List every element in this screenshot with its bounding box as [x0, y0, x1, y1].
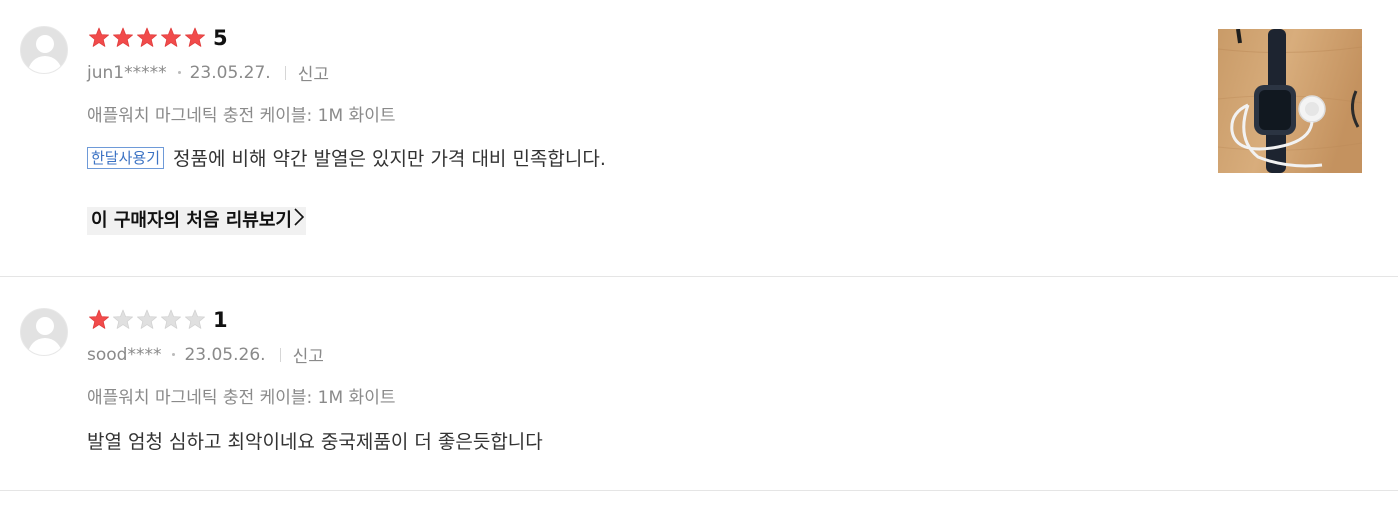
separator-bar [279, 347, 281, 362]
avatar-body [28, 338, 62, 355]
purchase-option: 애플워치 마그네틱 충전 케이블: 1M 화이트 [87, 388, 396, 408]
star-icon [183, 308, 207, 332]
review-content: 정품에 비해 약간 발열은 있지만 가격 대비 민족합니다. [173, 148, 606, 170]
star-rating: 1 [87, 308, 228, 332]
avatar-head [36, 35, 54, 53]
report-button[interactable]: 신고 [293, 342, 324, 367]
rating-score: 5 [213, 26, 228, 50]
star-icon [183, 26, 207, 50]
star-icon [159, 26, 183, 50]
review-meta: jun1***** 23.05.27. 신고 [87, 60, 329, 86]
star-icon [111, 308, 135, 332]
separator-bar [284, 65, 286, 80]
separator-dot [177, 71, 181, 74]
review-date: 23.05.26. [184, 344, 266, 365]
purchase-option: 애플워치 마그네틱 충전 케이블: 1M 화이트 [87, 106, 396, 126]
star-icon [135, 308, 159, 332]
star-icon [87, 308, 111, 332]
review-photo-thumbnail[interactable] [1218, 29, 1362, 173]
separator-dot [172, 353, 176, 356]
report-button[interactable]: 신고 [298, 60, 329, 85]
avatar [20, 308, 68, 356]
review-text-line: 발열 엄청 심하고 최악이네요 중국제품이 더 좋은듯합니다 [87, 427, 543, 454]
reviewer-id: sood**** [87, 344, 162, 365]
avatar-body [28, 56, 62, 73]
star-icon [159, 308, 183, 332]
usage-badge: 한달사용기 [87, 146, 165, 169]
first-review-link-label: 이 구매자의 처음 리뷰보기 [91, 210, 292, 231]
star-icon [87, 26, 111, 50]
review-content: 발열 엄청 심하고 최악이네요 중국제품이 더 좋은듯합니다 [87, 431, 543, 453]
review-item: 1 sood**** 23.05.26. 신고 애플워치 마그네틱 충전 케이블… [0, 277, 1398, 491]
avatar-head [36, 317, 54, 335]
review-date: 23.05.27. [189, 62, 271, 83]
first-review-link[interactable]: 이 구매자의 처음 리뷰보기 [87, 207, 306, 235]
chevron-right-icon [294, 207, 305, 235]
avatar [20, 26, 68, 74]
rating-score: 1 [213, 308, 228, 332]
review-item: 5 jun1***** 23.05.27. 신고 애플워치 마그네틱 충전 케이… [0, 0, 1398, 277]
review-meta: sood**** 23.05.26. 신고 [87, 342, 324, 368]
star-icon [135, 26, 159, 50]
star-icon [111, 26, 135, 50]
review-text-line: 한달사용기 정품에 비해 약간 발열은 있지만 가격 대비 민족합니다. [87, 144, 606, 171]
star-rating: 5 [87, 26, 228, 50]
reviewer-id: jun1***** [87, 62, 167, 83]
